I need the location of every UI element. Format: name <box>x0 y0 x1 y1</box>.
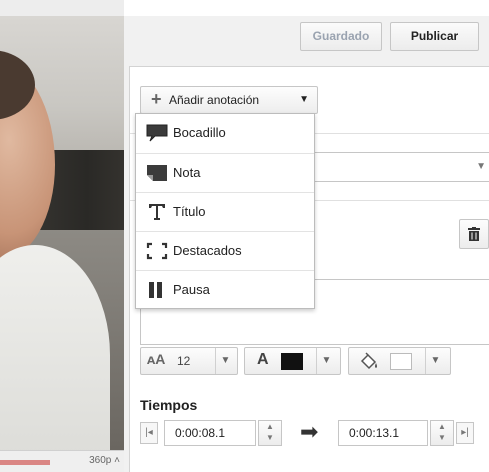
menu-item-label: Pausa <box>173 282 210 297</box>
plus-icon: + <box>151 89 162 109</box>
background-color-select[interactable]: ▼ <box>348 347 451 375</box>
chevron-down-icon: ▼ <box>476 161 486 172</box>
note-icon <box>147 165 167 181</box>
speech-bubble-icon <box>146 124 168 142</box>
trash-icon <box>468 227 480 241</box>
menu-item-pausa[interactable]: Pausa <box>136 270 314 309</box>
menu-item-titulo[interactable]: Título <box>136 192 314 231</box>
spotlight-icon <box>146 242 168 260</box>
end-time-stepper[interactable]: ▲ ▼ <box>430 420 454 446</box>
paint-bucket-icon <box>360 352 377 370</box>
chevron-down-icon: ▼ <box>316 348 336 374</box>
background-color-swatch <box>390 353 412 370</box>
timing-heading: Tiempos <box>140 397 198 413</box>
quality-selector[interactable]: 360p ˄ <box>89 455 120 466</box>
end-time-input[interactable]: 0:00:13.1 <box>338 420 428 446</box>
video-controls-bar[interactable]: 360p ˄ <box>0 450 124 472</box>
publish-button[interactable]: Publicar <box>390 22 479 51</box>
font-size-select[interactable]: ᴀA 12 ▼ <box>140 347 238 375</box>
menu-item-bocadillo[interactable]: Bocadillo <box>136 114 314 153</box>
video-top-strip <box>0 0 124 16</box>
menu-item-label: Destacados <box>173 243 242 258</box>
menu-item-label: Título <box>173 204 206 219</box>
title-icon <box>149 204 165 220</box>
chevron-down-icon: ▼ <box>299 94 309 105</box>
video-progress-bar[interactable] <box>0 460 50 465</box>
start-time-stepper[interactable]: ▲ ▼ <box>258 420 282 446</box>
skip-back-icon[interactable]: |◂ <box>140 422 158 444</box>
chevron-down-icon: ▼ <box>425 348 445 374</box>
text-color-swatch <box>281 353 303 370</box>
menu-item-label: Bocadillo <box>173 125 226 140</box>
skip-forward-icon[interactable]: ▸| <box>456 422 474 444</box>
add-annotation-button[interactable]: + Añadir anotación ▼ <box>140 86 318 114</box>
pause-icon <box>149 282 162 298</box>
text-color-icon: A <box>257 351 269 368</box>
chevron-down-icon: ▼ <box>215 348 235 374</box>
start-time-input[interactable]: 0:00:08.1 <box>164 420 256 446</box>
menu-item-label: Nota <box>173 165 201 180</box>
saved-button[interactable]: Guardado <box>300 22 382 51</box>
arrow-right-icon: ➡ <box>300 419 319 444</box>
panel-top-gap <box>124 0 489 16</box>
menu-item-nota[interactable]: Nota <box>136 153 314 192</box>
annotation-type-menu: Bocadillo Nota Título Destacados Pausa <box>135 113 315 309</box>
delete-annotation-button[interactable] <box>459 219 489 249</box>
video-preview[interactable]: 360p ˄ <box>0 0 124 472</box>
text-color-select[interactable]: A ▼ <box>244 347 341 375</box>
menu-item-destacados[interactable]: Destacados <box>136 231 314 270</box>
font-size-icon: ᴀA <box>147 351 166 367</box>
font-size-value: 12 <box>177 354 191 368</box>
add-annotation-label: Añadir anotación <box>169 93 260 107</box>
